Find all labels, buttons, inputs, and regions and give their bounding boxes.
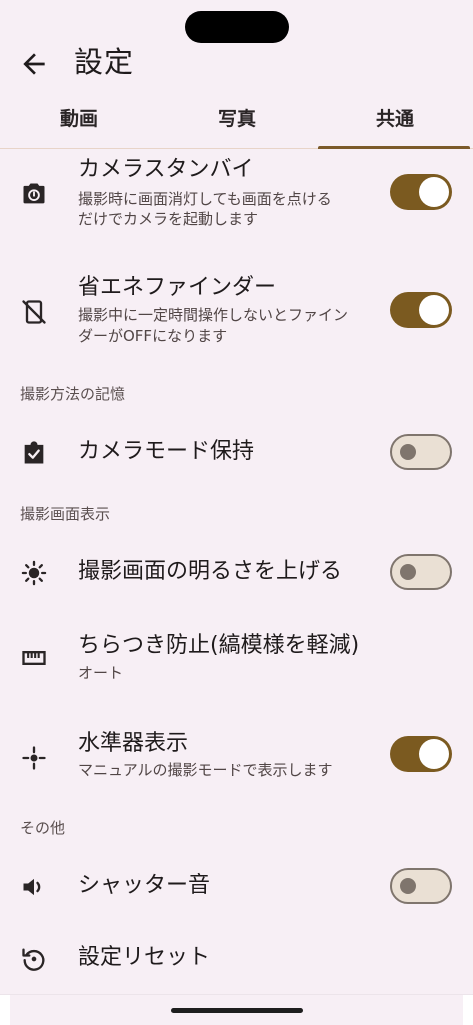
setting-description: マニュアルの撮影モードで表示します bbox=[78, 761, 333, 779]
setting-title: 撮影画面の明るさを上げる bbox=[78, 559, 343, 584]
phone-off-icon bbox=[22, 300, 46, 324]
home-gesture-handle[interactable] bbox=[171, 1008, 303, 1013]
camera-notch bbox=[185, 11, 289, 43]
brightness-icon bbox=[21, 560, 47, 586]
tab-bar: 動画 写真 共通 bbox=[0, 102, 473, 149]
setting-title: 水準器表示 bbox=[78, 731, 189, 756]
setting-title: ちらつき防止(縞模様を軽減) bbox=[78, 633, 360, 658]
setting-camera-standby[interactable]: カメラスタンバイ 撮影時に画面消灯しても画面を点ける だけでカメラを起動します bbox=[0, 150, 473, 240]
camera-standby-toggle[interactable] bbox=[390, 174, 452, 210]
setting-reset[interactable]: 設定リセット bbox=[0, 928, 473, 990]
setting-brightness[interactable]: 撮影画面の明るさを上げる bbox=[0, 540, 473, 606]
tab-video[interactable]: 動画 bbox=[0, 102, 158, 148]
setting-title: 省エネファインダー bbox=[78, 275, 277, 300]
level-icon bbox=[22, 746, 46, 770]
tab-photo[interactable]: 写真 bbox=[158, 102, 316, 148]
clipboard-check-icon bbox=[24, 441, 44, 464]
camera-timer-icon bbox=[23, 183, 45, 204]
nav-edge-left bbox=[0, 995, 10, 1025]
setting-eco-finder[interactable]: 省エネファインダー 撮影中に一定時間操作しないとファイン ダーがOFFになります bbox=[0, 268, 473, 358]
setting-shutter-sound[interactable]: シャッター音 bbox=[0, 854, 473, 920]
section-header-memory: 撮影方法の記憶 bbox=[20, 385, 126, 403]
setting-camera-mode-hold[interactable]: カメラモード保持 bbox=[0, 420, 473, 486]
nav-edge-right bbox=[463, 995, 473, 1025]
setting-level-display[interactable]: 水準器表示 マニュアルの撮影モードで表示します bbox=[0, 724, 473, 790]
shutter-sound-toggle[interactable] bbox=[390, 868, 452, 904]
section-header-other: その他 bbox=[20, 819, 66, 837]
setting-title: カメラスタンバイ bbox=[78, 157, 254, 182]
setting-title: 設定リセット bbox=[78, 945, 211, 970]
tab-indicator bbox=[318, 146, 470, 149]
setting-description: 撮影中に一定時間操作しないとファイン bbox=[78, 306, 349, 324]
setting-title: カメラモード保持 bbox=[78, 439, 255, 464]
setting-title: シャッター音 bbox=[78, 873, 211, 898]
flicker-icon bbox=[22, 651, 46, 665]
level-display-toggle[interactable] bbox=[390, 736, 452, 772]
setting-description: 撮影時に画面消灯しても画面を点ける bbox=[78, 190, 332, 208]
setting-description: ダーがOFFになります bbox=[78, 327, 228, 345]
app-bar: 設定 bbox=[0, 40, 473, 88]
section-header-display: 撮影画面表示 bbox=[20, 505, 111, 523]
tab-common[interactable]: 共通 bbox=[316, 102, 473, 148]
page-title: 設定 bbox=[74, 45, 135, 79]
setting-flicker-reduction[interactable]: ちらつき防止(縞模様を軽減) オート bbox=[0, 622, 473, 692]
eco-finder-toggle[interactable] bbox=[390, 292, 452, 328]
speaker-icon bbox=[23, 878, 41, 896]
back-arrow-icon[interactable] bbox=[18, 48, 50, 80]
reset-icon bbox=[22, 948, 45, 971]
brightness-toggle[interactable] bbox=[390, 554, 452, 590]
setting-description: だけでカメラを起動します bbox=[78, 210, 259, 228]
camera-mode-hold-toggle[interactable] bbox=[390, 434, 452, 470]
setting-value: オート bbox=[78, 664, 124, 682]
